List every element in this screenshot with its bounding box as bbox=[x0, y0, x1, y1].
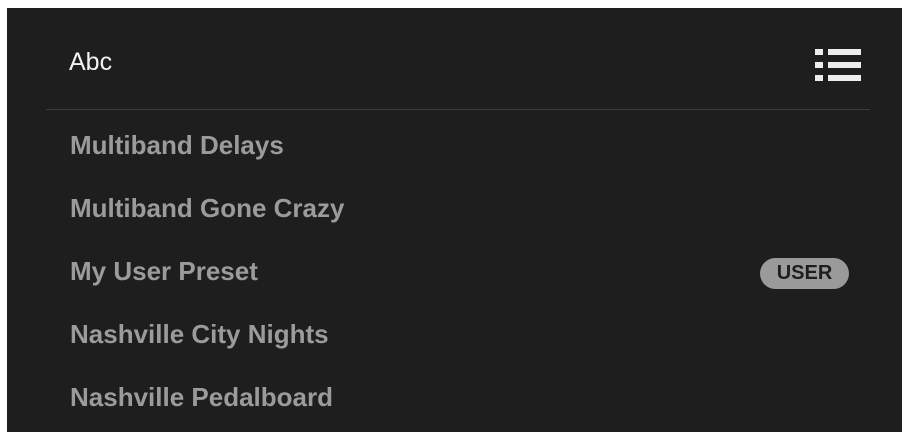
preset-list: Multiband Delays Multiband Gone Crazy My… bbox=[7, 114, 902, 429]
preset-item-label: Nashville Pedalboard bbox=[70, 382, 333, 412]
preset-browser-panel: Abc Multiband Delays Multiband Gone Craz… bbox=[7, 8, 902, 432]
panel-header: Abc bbox=[7, 8, 902, 110]
panel-title: Abc bbox=[69, 48, 113, 76]
preset-item-nashville-city-nights[interactable]: Nashville City Nights bbox=[7, 303, 902, 366]
preset-item-nashville-pedalboard[interactable]: Nashville Pedalboard bbox=[7, 366, 902, 429]
list-view-icon bbox=[815, 49, 861, 81]
preset-item-multiband-delays[interactable]: Multiband Delays bbox=[7, 114, 902, 177]
list-view-button[interactable] bbox=[815, 49, 861, 81]
preset-item-label: Nashville City Nights bbox=[70, 319, 329, 349]
header-divider bbox=[46, 109, 870, 110]
preset-item-label: My User Preset bbox=[70, 256, 258, 286]
preset-item-multiband-gone-crazy[interactable]: Multiband Gone Crazy bbox=[7, 177, 902, 240]
preset-item-label: Multiband Delays bbox=[70, 130, 284, 160]
preset-item-label: Multiband Gone Crazy bbox=[70, 193, 345, 223]
preset-item-my-user-preset[interactable]: My User Preset USER bbox=[7, 240, 902, 303]
user-badge: USER bbox=[760, 258, 849, 289]
